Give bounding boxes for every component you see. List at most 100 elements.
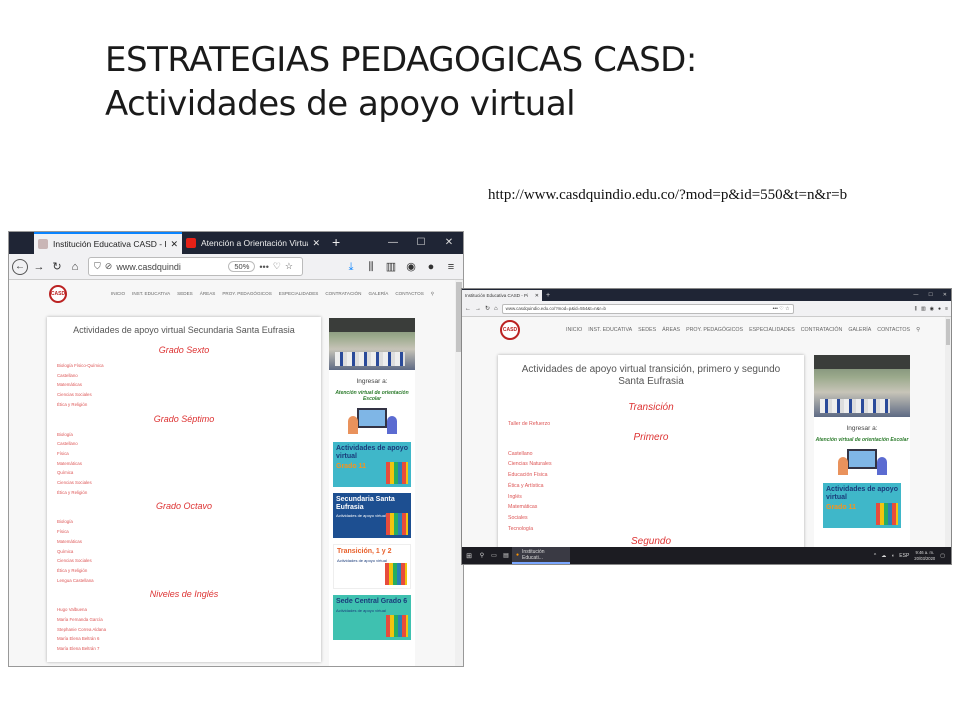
- close-icon[interactable]: ✕: [312, 238, 320, 249]
- subject-link[interactable]: Castellano: [508, 449, 794, 460]
- subject-link[interactable]: Matemáticas: [508, 502, 794, 513]
- menu-item[interactable]: ESPECIALIDADES: [749, 327, 795, 333]
- subject-link[interactable]: Castellano: [57, 371, 311, 381]
- subject-link[interactable]: Matemáticas: [57, 380, 311, 390]
- subject-link[interactable]: Ciencias Sociales: [57, 478, 311, 488]
- menu-item[interactable]: CONTACTOS: [395, 291, 423, 297]
- subject-link[interactable]: Ciencias Naturales: [508, 459, 794, 470]
- pocket-icon[interactable]: ♡: [273, 261, 281, 272]
- menu-item[interactable]: INICIO: [111, 291, 125, 297]
- volume-icon[interactable]: ◖: [891, 553, 894, 559]
- new-tab-icon[interactable]: +: [324, 232, 348, 254]
- close-window-icon[interactable]: ✕: [435, 232, 463, 254]
- subject-link[interactable]: Ciencias Sociales: [57, 556, 311, 566]
- subject-link[interactable]: Matemáticas: [57, 459, 311, 469]
- reload-icon[interactable]: ↻: [48, 258, 66, 276]
- search-icon[interactable]: ⚲: [431, 291, 434, 297]
- subject-link[interactable]: Matemáticas: [57, 537, 311, 547]
- back-icon[interactable]: ←: [465, 306, 471, 312]
- menu-item[interactable]: ÁREAS: [200, 291, 216, 297]
- new-tab-icon[interactable]: +: [546, 292, 550, 299]
- subject-link[interactable]: María Elena Beltrán 7: [57, 644, 311, 654]
- subject-link[interactable]: Ética y Religión: [57, 400, 311, 410]
- subject-link[interactable]: Física: [57, 527, 311, 537]
- subject-link[interactable]: Taller de Refuerzo: [508, 419, 794, 430]
- address-bar[interactable]: ⛉ ⊘ www.casdquindi 50% ••• ♡ ☆: [88, 257, 303, 276]
- menu-item[interactable]: CONTACTOS: [877, 327, 910, 333]
- maximize-icon[interactable]: ☐: [928, 289, 932, 301]
- extension-icon[interactable]: ◉: [402, 258, 420, 276]
- forward-icon[interactable]: →: [30, 258, 48, 276]
- library-icon[interactable]: ⫼: [362, 258, 380, 276]
- sidebar-icon[interactable]: ▥: [382, 258, 400, 276]
- close-window-icon[interactable]: ✕: [943, 289, 947, 301]
- subject-link[interactable]: Castellano: [57, 439, 311, 449]
- more-icon[interactable]: ••• ♡ ☆: [773, 306, 790, 312]
- more-icon[interactable]: •••: [259, 262, 268, 272]
- subject-link[interactable]: Química: [57, 468, 311, 478]
- menu-item[interactable]: ÁREAS: [662, 327, 680, 333]
- atencion-virtual-link[interactable]: Atención virtual de orientación Escolar: [814, 437, 910, 443]
- banner-secundaria[interactable]: Secundaria Santa Eufrasia Actividades de…: [333, 493, 411, 538]
- taskbar-app-firefox[interactable]: ● Institución Educati...: [512, 547, 570, 564]
- zoom-level[interactable]: 50%: [228, 261, 256, 272]
- subject-link[interactable]: María Fernanda García: [57, 615, 311, 625]
- tab-casd[interactable]: Institución Educativa CASD - Pi ✕: [34, 232, 182, 254]
- menu-item[interactable]: ESPECIALIDADES: [279, 291, 319, 297]
- orientation-illustration[interactable]: [345, 406, 400, 436]
- library-icon[interactable]: ⫼: [915, 306, 917, 312]
- forward-icon[interactable]: →: [475, 306, 481, 312]
- menu-icon[interactable]: ≡: [442, 258, 460, 276]
- subject-link[interactable]: Hugo Valbuena: [57, 605, 311, 615]
- subject-link[interactable]: Educación Física: [508, 470, 794, 481]
- windows-start-icon[interactable]: ⊞: [462, 552, 476, 560]
- menu-item[interactable]: CONTRATACIÓN: [801, 327, 843, 333]
- minimize-icon[interactable]: —: [379, 232, 407, 254]
- banner-transicion[interactable]: Transición, 1 y 2 Actividades de apoyo v…: [333, 544, 411, 589]
- subject-link[interactable]: María Elena Beltrán 6: [57, 634, 311, 644]
- subject-link[interactable]: Biología: [57, 517, 311, 527]
- banner-sede-central[interactable]: Sede Central Grado 6 Actividades de apoy…: [333, 595, 411, 640]
- orientation-illustration[interactable]: [835, 447, 890, 477]
- extension-icon[interactable]: ◉: [930, 306, 934, 312]
- casd-logo[interactable]: CASD: [500, 320, 520, 340]
- subject-link[interactable]: Química: [57, 547, 311, 557]
- home-icon[interactable]: ⌂: [66, 258, 84, 276]
- menu-item[interactable]: SEDES: [177, 291, 193, 297]
- subject-link[interactable]: Ética y Artística: [508, 481, 794, 492]
- banner-actividades[interactable]: Actividades de apoyo virtual Grado 11: [333, 442, 411, 487]
- language-indicator[interactable]: ESP: [899, 553, 909, 559]
- search-icon[interactable]: ⚲: [916, 327, 920, 333]
- banner-actividades[interactable]: Actividades de apoyo virtual Grado 11: [823, 483, 901, 528]
- atencion-virtual-link[interactable]: Atención virtual de orientación Escolar: [329, 390, 415, 402]
- subject-link[interactable]: Biología: [57, 430, 311, 440]
- menu-icon[interactable]: ≡: [945, 306, 948, 312]
- subject-link[interactable]: Biología Físico-Química: [57, 361, 311, 371]
- menu-item[interactable]: INST. EDUCATIVA: [588, 327, 632, 333]
- download-icon[interactable]: ⤓: [342, 258, 360, 276]
- home-icon[interactable]: ⌂: [494, 306, 498, 312]
- task-view-icon[interactable]: ▭: [488, 552, 500, 559]
- subject-link[interactable]: Tecnología: [508, 524, 794, 535]
- menu-item[interactable]: GALERÍA: [848, 327, 871, 333]
- tab-orientacion[interactable]: Atención a Orientación Virtual ✕: [182, 232, 324, 254]
- menu-item[interactable]: INICIO: [566, 327, 582, 333]
- menu-item[interactable]: CONTRATACIÓN: [325, 291, 361, 297]
- minimize-icon[interactable]: —: [913, 289, 918, 301]
- subject-link[interactable]: Sociales: [508, 513, 794, 524]
- maximize-icon[interactable]: ☐: [407, 232, 435, 254]
- subject-link[interactable]: Lengua Castellana: [57, 576, 311, 586]
- bookmark-star-icon[interactable]: ☆: [285, 261, 293, 272]
- sidebar-icon[interactable]: ▥: [921, 306, 926, 312]
- menu-item[interactable]: PROY. PEDAGÓGICOS: [222, 291, 271, 297]
- search-icon[interactable]: ⚲: [476, 552, 488, 559]
- menu-item[interactable]: INST. EDUCATIVA: [132, 291, 170, 297]
- close-icon[interactable]: ✕: [535, 293, 539, 299]
- subject-link[interactable]: Ética y Religión: [57, 488, 311, 498]
- notification-icon[interactable]: ▢: [940, 553, 945, 559]
- reload-icon[interactable]: ↻: [485, 305, 490, 312]
- chevron-up-icon[interactable]: ^: [874, 553, 876, 559]
- close-icon[interactable]: ✕: [170, 239, 178, 250]
- subject-link[interactable]: Física: [57, 449, 311, 459]
- account-icon[interactable]: ●: [938, 306, 941, 312]
